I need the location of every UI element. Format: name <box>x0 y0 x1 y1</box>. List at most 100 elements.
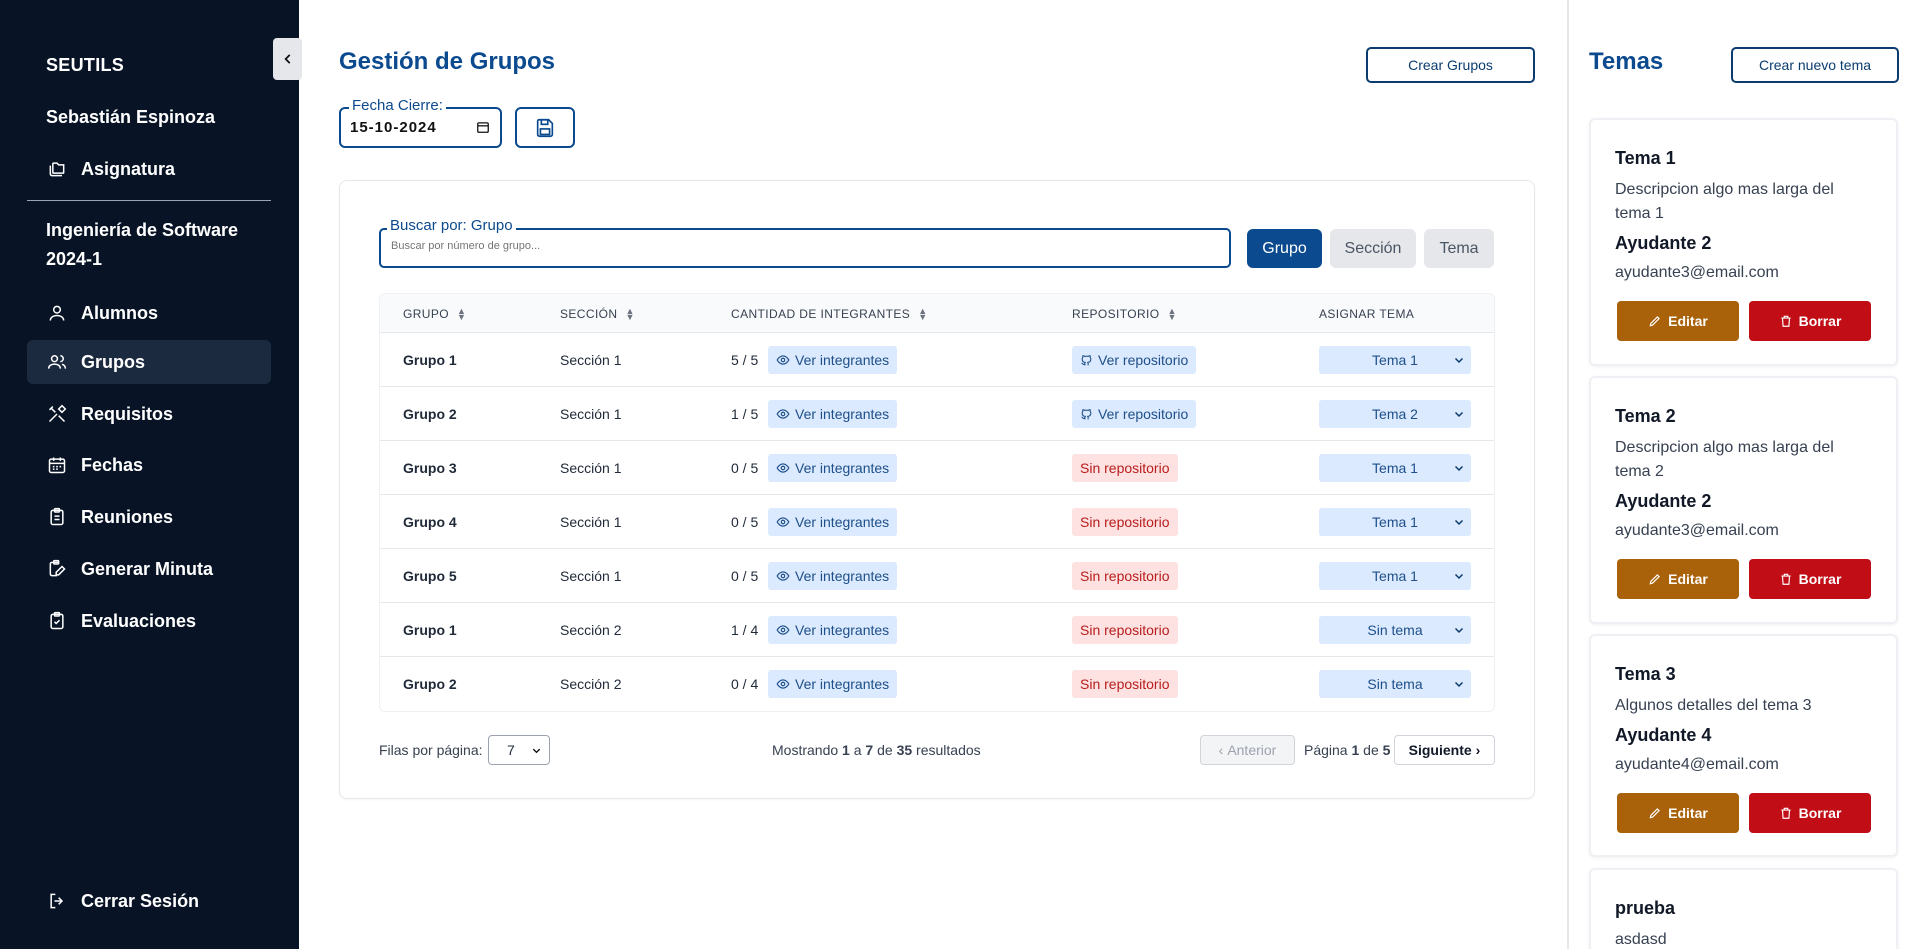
group-name: Grupo 5 <box>403 568 457 584</box>
sidebar-item-label: Alumnos <box>81 302 159 323</box>
date-field[interactable]: Fecha Cierre: 15-10-2024 <box>339 97 502 148</box>
sidebar-item-fechas[interactable]: Fechas <box>27 443 271 487</box>
edit-topic-button[interactable]: Editar <box>1617 793 1739 833</box>
edit-label: Editar <box>1668 805 1708 821</box>
filter-grupo-button[interactable]: Grupo <box>1247 229 1322 268</box>
create-groups-button[interactable]: Crear Grupos <box>1366 47 1535 83</box>
topic-card: Tema 3 Algunos detalles del tema 3 Ayuda… <box>1589 634 1898 857</box>
save-date-button[interactable] <box>515 107 575 148</box>
view-members-label: Ver integrantes <box>795 568 890 584</box>
assign-topic-select[interactable]: Sin tema <box>1319 670 1471 698</box>
column-label: REPOSITORIO <box>1072 307 1160 321</box>
rows-per-page-label: Filas por página: <box>379 742 483 758</box>
topic-card: Tema 1 Descripcion algo mas larga del te… <box>1589 118 1898 366</box>
column-header-cantidad[interactable]: CANTIDAD DE INTEGRANTES ▲ ▼ <box>731 306 928 322</box>
member-count: 1 / 4 <box>731 622 759 638</box>
group-name: Grupo 1 <box>403 622 457 638</box>
view-members-button[interactable]: Ver integrantes <box>768 400 898 428</box>
column-header-repositorio[interactable]: REPOSITORIO ▲ ▼ <box>1072 307 1177 322</box>
calendar-icon[interactable] <box>476 120 490 134</box>
github-icon <box>1081 354 1092 365</box>
view-members-button[interactable]: Ver integrantes <box>768 346 898 374</box>
chevron-down-icon <box>1454 411 1464 418</box>
clipboard-icon <box>50 507 64 526</box>
selected-topic: Sin tema <box>1367 622 1423 638</box>
table-row: Grupo 1 Sección 2 1 / 4 Ver integrantes Sin … <box>380 603 1494 657</box>
sidebar-item-requisitos[interactable]: Requisitos <box>27 392 271 436</box>
member-count: 0 / 4 <box>731 676 759 692</box>
table-row: Grupo 2 Sección 1 1 / 5 Ver integrantes Ver … <box>380 387 1494 441</box>
range-to-word: a <box>853 742 862 758</box>
topic-email: ayudante3@email.com <box>1615 264 1779 281</box>
section-name: Sección 2 <box>560 622 622 638</box>
chevron-down-icon <box>532 748 541 754</box>
member-count: 0 / 5 <box>731 460 759 476</box>
filter-tema-button[interactable]: Tema <box>1424 229 1494 268</box>
trash-icon <box>1780 315 1791 327</box>
delete-topic-button[interactable]: Borrar <box>1749 559 1871 599</box>
date-value[interactable]: 15-10-2024 <box>350 119 437 136</box>
rows-per-page-select[interactable]: 7 <box>488 735 550 765</box>
filter-seccion-button[interactable]: Sección <box>1330 229 1416 268</box>
topic-email: ayudante3@email.com <box>1615 522 1779 539</box>
results-total: 35 <box>896 742 913 758</box>
view-repo-button[interactable]: Ver repositorio <box>1072 400 1197 428</box>
assign-topic-select[interactable]: Tema 2 <box>1319 400 1471 428</box>
table-row: Grupo 1 Sección 1 5 / 5 Ver integrantes Ver … <box>380 333 1494 387</box>
assign-topic-select[interactable]: Tema 1 <box>1319 454 1471 482</box>
table-header: GRUPO ▲ ▼ SECCIÓN ▲ ▼ CANTIDAD DE INTEGRANTE… <box>380 294 1494 333</box>
selected-topic: Sin tema <box>1367 676 1423 692</box>
member-count: 0 / 5 <box>731 514 759 530</box>
collapse-sidebar-button[interactable] <box>273 38 302 80</box>
edit-topic-button[interactable]: Editar <box>1617 559 1739 599</box>
topic-assistant: Ayudante 2 <box>1615 233 1712 253</box>
table-row: Grupo 5 Sección 1 0 / 5 Ver integrantes Sin … <box>380 549 1494 603</box>
topic-card: prueba asdasd <box>1589 868 1898 949</box>
next-page-button[interactable]: Siguiente › <box>1394 735 1495 765</box>
view-members-button[interactable]: Ver integrantes <box>768 616 898 644</box>
group-name: Grupo 1 <box>403 352 457 368</box>
save-icon <box>536 118 554 137</box>
assign-topic-select[interactable]: Tema 1 <box>1319 562 1471 590</box>
member-count: 5 / 5 <box>731 352 759 368</box>
table-row: Grupo 4 Sección 1 0 / 5 Ver integrantes Sin … <box>380 495 1494 549</box>
create-topic-button[interactable]: Crear nuevo tema <box>1731 47 1899 83</box>
column-header-seccion[interactable]: SECCIÓN ▲ ▼ <box>560 307 635 322</box>
view-members-button[interactable]: Ver integrantes <box>768 670 898 698</box>
column-label: SECCIÓN <box>560 307 618 321</box>
chevron-left-icon <box>283 54 290 64</box>
topic-description: Descripcion algo mas larga del tema 2 <box>1615 439 1834 480</box>
delete-topic-button[interactable]: Borrar <box>1749 793 1871 833</box>
view-members-label: Ver integrantes <box>795 460 890 476</box>
topic-assistant: Ayudante 2 <box>1615 491 1712 511</box>
view-members-button[interactable]: Ver integrantes <box>768 454 898 482</box>
sidebar-item-asignatura[interactable]: Asignatura <box>27 147 271 191</box>
column-label: GRUPO <box>403 307 450 321</box>
sidebar-item-reuniones[interactable]: Reuniones <box>27 495 271 539</box>
sidebar-item-grupos[interactable]: Grupos <box>27 340 271 384</box>
column-header-grupo[interactable]: GRUPO ▲ ▼ <box>403 307 466 322</box>
edit-topic-button[interactable]: Editar <box>1617 301 1739 341</box>
search-field[interactable]: Buscar por: Grupo <box>379 217 1231 268</box>
sidebar-item-alumnos[interactable]: Alumnos <box>27 291 271 335</box>
search-input[interactable] <box>391 240 1211 252</box>
previous-page-button[interactable]: ‹ Anterior <box>1200 735 1295 765</box>
page-title: Gestión de Grupos <box>339 48 556 75</box>
view-members-button[interactable]: Ver integrantes <box>768 562 898 590</box>
range-of-word: de <box>877 742 893 758</box>
topic-description: Algunos detalles del tema 3 <box>1615 697 1812 714</box>
eye-icon <box>776 463 790 473</box>
view-members-button[interactable]: Ver integrantes <box>768 508 898 536</box>
delete-topic-button[interactable]: Borrar <box>1749 301 1871 341</box>
assign-topic-select[interactable]: Tema 1 <box>1319 346 1471 374</box>
logout-button[interactable]: Cerrar Sesión <box>27 879 271 923</box>
tools-icon <box>48 404 67 423</box>
view-repo-button[interactable]: Ver repositorio <box>1072 346 1197 374</box>
topic-description: Descripcion algo mas larga del tema 1 <box>1615 181 1834 222</box>
no-repo-badge: Sin repositorio <box>1072 562 1178 590</box>
assign-topic-select[interactable]: Tema 1 <box>1319 508 1471 536</box>
assign-topic-select[interactable]: Sin tema <box>1319 616 1471 644</box>
sort-icon: ▲ ▼ <box>918 306 928 322</box>
sidebar-item-evaluaciones[interactable]: Evaluaciones <box>27 599 271 643</box>
sidebar-item-generar-minuta[interactable]: Generar Minuta <box>27 547 271 591</box>
